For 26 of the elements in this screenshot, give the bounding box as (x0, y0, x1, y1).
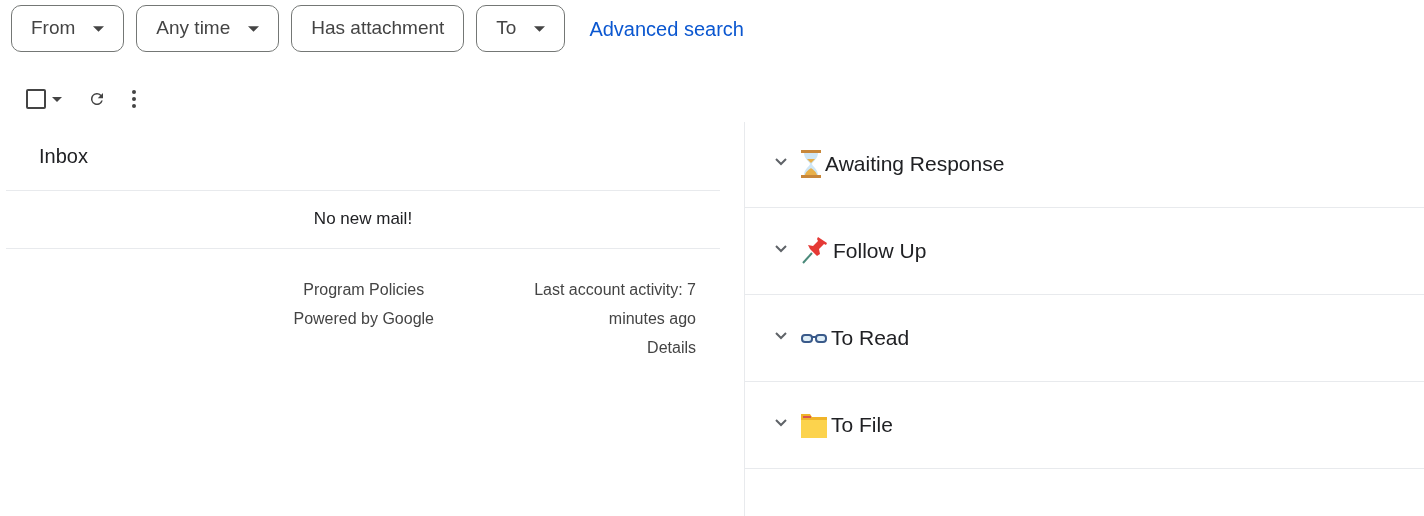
filter-chip[interactable]: Has attachment (291, 5, 465, 52)
section-title: Follow Up (833, 238, 927, 265)
pushpin-icon (801, 237, 829, 265)
account-activity-text: Last account activity: 7 minutes ago (533, 280, 696, 329)
section-title: To Read (831, 325, 910, 352)
details-link[interactable]: Details (647, 333, 696, 362)
select-checkbox[interactable] (26, 89, 46, 109)
dropdown-arrow-icon (93, 25, 105, 32)
folder-icon (801, 412, 827, 438)
empty-message: No new mail! (313, 207, 413, 230)
filter-chip[interactable]: To (476, 5, 566, 52)
glasses-icon (801, 332, 827, 344)
refresh-icon[interactable] (88, 90, 106, 108)
caret-icon[interactable] (52, 96, 62, 102)
dropdown-arrow-icon (534, 25, 546, 32)
filter-chip[interactable]: From (11, 5, 125, 52)
more-options-icon[interactable] (132, 90, 136, 108)
section-title: To File (831, 412, 893, 439)
inbox-title: Inbox (39, 143, 88, 169)
advanced-search-link[interactable]: Advanced search (589, 13, 744, 44)
dropdown-arrow-icon (248, 25, 260, 32)
footer-link[interactable]: Powered by Google (293, 304, 434, 333)
hourglass-icon (801, 150, 821, 178)
filter-chip[interactable]: Any time (136, 5, 280, 52)
section-title: Awaiting Response (825, 151, 1005, 178)
footer-link[interactable]: Program Policies (303, 275, 425, 304)
